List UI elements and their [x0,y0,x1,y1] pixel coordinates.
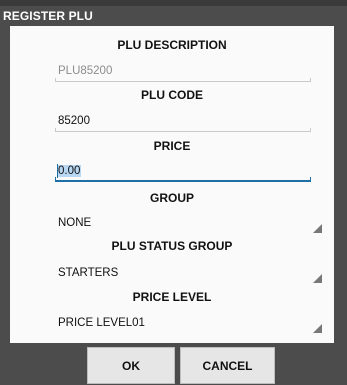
dialog-button-bar: OK CANCEL [0,343,347,385]
field-underline [55,81,311,82]
group-value: NONE [58,217,92,229]
plu-description-label: PLU DESCRIPTION [117,38,227,52]
price-field[interactable]: 0.00 [55,162,311,182]
field-tick-left [55,177,56,182]
form-content: PLU DESCRIPTION PLU85200 PLU CODE 85200 … [10,26,334,343]
ok-button[interactable]: OK [87,347,175,384]
group-dropdown[interactable]: NONE [55,213,322,235]
dropdown-arrow-icon [313,224,322,233]
field-tick-left [55,128,56,132]
field-tick-right [310,128,311,132]
plu-description-value: PLU85200 [58,65,113,77]
plu-code-field[interactable]: 85200 [55,112,311,132]
field-tick-left [55,78,56,82]
price-level-dropdown[interactable]: PRICE LEVEL01 [55,313,322,335]
dialog-frame-right [334,26,347,343]
plu-description-field: PLU85200 [55,62,311,82]
plu-code-label: PLU CODE [140,88,203,102]
text-caret [57,164,58,178]
field-tick-right [310,78,311,82]
plu-code-value: 85200 [58,115,90,127]
field-tick-right [310,177,311,182]
dialog-title: REGISTER PLU [3,9,93,23]
plu-status-group-dropdown[interactable]: STARTERS [55,263,322,285]
price-label: PRICE [153,139,191,153]
plu-status-group-value: STARTERS [58,267,119,279]
field-underline [55,131,311,132]
plu-status-group-label: PLU STATUS GROUP [111,239,233,253]
field-underline [55,180,311,182]
dialog-frame-left [0,26,10,343]
price-value: 0.00 [57,165,82,177]
dropdown-arrow-icon [313,324,322,333]
dialog-titlebar: REGISTER PLU [0,0,347,26]
price-level-value: PRICE LEVEL01 [58,317,145,329]
price-level-label: PRICE LEVEL [132,290,212,304]
cancel-button[interactable]: CANCEL [180,347,275,384]
group-label: GROUP [149,191,194,205]
dropdown-arrow-icon [313,274,322,283]
register-plu-dialog: REGISTER PLU PLU DESCRIPTION PLU85200 PL… [0,0,347,385]
